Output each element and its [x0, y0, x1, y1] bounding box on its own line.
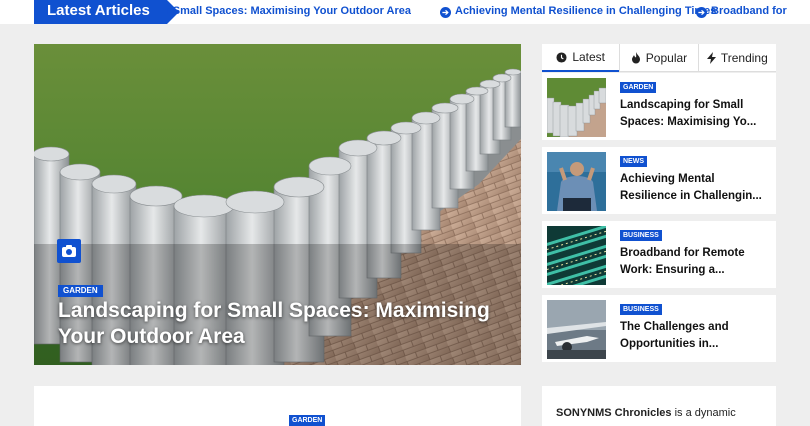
tab-label: Latest [572, 50, 606, 64]
post-title[interactable]: Achieving Mental Resilience in Challengi… [620, 171, 770, 205]
latest-articles-ticker: Latest Articles Landscaping for Small Sp… [0, 0, 810, 24]
post-title[interactable]: Broadband for Remote Work: Ensuring a... [620, 245, 770, 279]
category-badge[interactable]: GARDEN [58, 285, 103, 297]
tab-label: Popular [645, 50, 688, 65]
tab-latest[interactable]: Latest [542, 44, 620, 72]
brand-name: SONYNMS Chronicles [556, 407, 672, 419]
list-item[interactable]: GARDEN Landscaping for Small Spaces: Max… [542, 73, 776, 140]
ticker-label: Latest Articles [34, 0, 179, 24]
post-thumbnail[interactable] [547, 226, 606, 285]
tab-popular[interactable]: Popular [619, 44, 698, 72]
featured-post-title[interactable]: Landscaping for Small Spaces: Maximising… [58, 298, 518, 350]
list-item[interactable]: NEWS Achieving Mental Resilience in Chal… [542, 147, 776, 214]
arrow-right-icon: ➔ [696, 7, 707, 18]
ticker-item[interactable]: ➔ Achieving Mental Resilience in Challeng… [440, 0, 716, 22]
post-thumbnail[interactable] [547, 300, 606, 359]
category-badge[interactable]: BUSINESS [620, 230, 662, 241]
post-title[interactable]: The Challenges and Opportunities in... [620, 319, 770, 353]
post-thumbnail[interactable] [547, 152, 606, 211]
post-card[interactable]: GARDEN [34, 386, 521, 426]
camera-icon [57, 239, 81, 263]
list-item[interactable]: BUSINESS The Challenges and Opportunitie… [542, 295, 776, 362]
sidebar-tabs: Latest Popular Trending [542, 44, 776, 72]
about-text: SONYNMS Chronicles is a dynamic [556, 407, 736, 419]
post-thumbnail[interactable] [547, 78, 606, 137]
ticker-item[interactable]: Landscaping for Small Spaces: Maximising… [166, 0, 411, 22]
category-badge[interactable]: BUSINESS [620, 304, 662, 315]
about-widget: SONYNMS Chronicles is a dynamic [542, 386, 776, 426]
bolt-icon [706, 51, 716, 64]
featured-post[interactable]: GARDEN Landscaping for Small Spaces: Max… [34, 44, 521, 365]
tab-trending[interactable]: Trending [697, 44, 776, 72]
tab-label: Trending [720, 50, 768, 65]
clock-icon [556, 51, 567, 63]
category-badge[interactable]: NEWS [620, 156, 647, 167]
fire-icon [631, 51, 640, 63]
list-item[interactable]: BUSINESS Broadband for Remote Work: Ensu… [542, 221, 776, 288]
post-title[interactable]: Landscaping for Small Spaces: Maximising… [620, 97, 770, 131]
arrow-right-icon: ➔ [440, 7, 451, 18]
category-badge[interactable]: GARDEN [620, 82, 657, 93]
category-badge[interactable]: GARDEN [289, 415, 326, 426]
ticker-item[interactable]: ➔ Broadband for [696, 0, 787, 22]
